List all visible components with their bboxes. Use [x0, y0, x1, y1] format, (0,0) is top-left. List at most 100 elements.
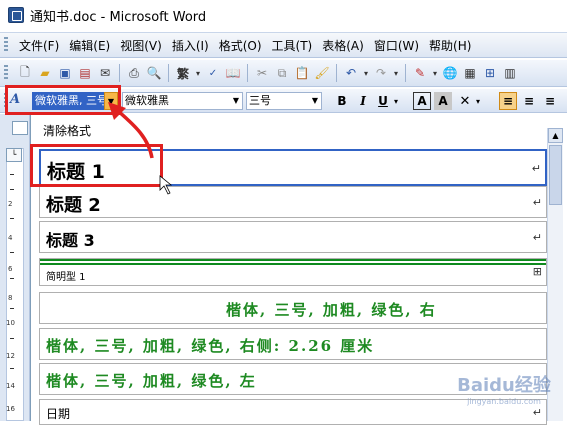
standard-toolbar: 🗋 ▰ ▣ ▤ ✉ ⎙ 🔍 繁 ▾ ✓ 📖 ✂ ⧉ 📋 🖌 ↶ ▾ ↷ ▾ ✎ …: [0, 60, 567, 87]
style-option-label: 标题 2: [46, 195, 101, 216]
style-option-heading-2[interactable]: 标题 2 ↵: [39, 186, 547, 218]
font-combobox[interactable]: 微软雅黑 ▼: [122, 92, 243, 110]
align-left-icon[interactable]: ≡: [499, 92, 517, 110]
ruler-tick: [10, 252, 14, 253]
ruler-tick: [10, 189, 14, 190]
ruler-tick: [10, 174, 14, 175]
menu-file[interactable]: 文件(F): [14, 37, 64, 54]
paragraph-mark-icon: ↵: [532, 231, 542, 244]
align-center-icon[interactable]: ≡: [520, 92, 538, 110]
annotation-highlight-style-box: [5, 85, 121, 115]
window-title: 通知书.doc - Microsoft Word: [30, 9, 207, 25]
menu-help[interactable]: 帮助(H): [424, 37, 476, 54]
align-right-icon[interactable]: ≡: [541, 92, 559, 110]
chevron-down-icon[interactable]: ▼: [230, 93, 242, 109]
ruler-number: 2: [8, 200, 13, 208]
menu-edit[interactable]: 编辑(E): [64, 37, 115, 54]
watermark-url: jingyan.baidu.com: [467, 396, 541, 406]
chevron-down-icon[interactable]: ▾: [474, 92, 482, 110]
style-option-heading-3[interactable]: 标题 3 ↵: [39, 221, 547, 253]
title-bar: 通知书.doc - Microsoft Word: [0, 0, 567, 30]
style-option-label: 楷体, 三号, 加粗, 绿色, 右侧: 2.26 厘米: [46, 337, 375, 355]
open-icon[interactable]: ▰: [36, 64, 54, 82]
copy-icon[interactable]: ⧉: [273, 64, 291, 82]
print-icon[interactable]: ⎙: [125, 64, 143, 82]
scroll-thumb[interactable]: [549, 145, 562, 205]
toolbar-separator: [247, 64, 248, 82]
scroll-up-icon[interactable]: ▲: [548, 128, 563, 143]
dropdown-arrow-icon[interactable]: ▾: [392, 64, 400, 82]
word-app-icon[interactable]: [8, 7, 24, 23]
spelling-icon[interactable]: ✓: [204, 64, 222, 82]
ruler-tick: [10, 218, 14, 219]
menu-format[interactable]: 格式(O): [214, 37, 267, 54]
ruler-tick: [10, 338, 14, 339]
dropdown-arrow-icon[interactable]: ▾: [194, 64, 202, 82]
ruler-tick: [10, 368, 14, 369]
permission-icon[interactable]: ▤: [76, 64, 94, 82]
tables-icon[interactable]: ▦: [461, 64, 479, 82]
chevron-down-icon[interactable]: ▾: [392, 92, 400, 110]
insert-table-icon[interactable]: ⊞: [481, 64, 499, 82]
toolbar-grip[interactable]: [4, 37, 8, 53]
cut-icon[interactable]: ✂: [253, 64, 271, 82]
style-option-kaiti-right[interactable]: 楷体, 三号, 加粗, 绿色, 右: [39, 292, 547, 324]
menu-bar: 文件(F) 编辑(E) 视图(V) 插入(I) 格式(O) 工具(T) 表格(A…: [0, 32, 567, 58]
toolbar-separator: [405, 64, 406, 82]
bold-button[interactable]: B: [333, 92, 351, 110]
style-option-label: 简明型 1: [46, 272, 86, 283]
ruler-number: 12: [6, 352, 15, 360]
chevron-down-icon[interactable]: ▼: [309, 93, 321, 109]
style-option-label: 楷体, 三号, 加粗, 绿色, 右: [226, 301, 437, 319]
style-option-kaiti-right-indent[interactable]: 楷体, 三号, 加粗, 绿色, 右侧: 2.26 厘米: [39, 328, 547, 360]
annotation-highlight-heading-1: [30, 144, 163, 187]
size-value: 三号: [249, 94, 271, 107]
print-preview-icon[interactable]: 🔍: [145, 64, 163, 82]
menu-insert[interactable]: 插入(I): [167, 37, 214, 54]
research-icon[interactable]: 📖: [224, 64, 242, 82]
char-shading-button[interactable]: A: [434, 92, 452, 110]
menu-window[interactable]: 窗口(W): [369, 37, 424, 54]
ruler-number: 4: [8, 234, 13, 242]
menu-view[interactable]: 视图(V): [115, 37, 167, 54]
format-painter-icon[interactable]: 🖌: [313, 64, 331, 82]
paste-icon[interactable]: 📋: [293, 64, 311, 82]
dropdown-arrow-icon[interactable]: ▾: [431, 64, 439, 82]
style-option-label: 楷体, 三号, 加粗, 绿色, 左: [46, 372, 257, 390]
style-option-label: 标题 3: [46, 231, 95, 250]
undo-icon[interactable]: ↶: [342, 64, 360, 82]
italic-button[interactable]: I: [354, 92, 372, 110]
menu-tools[interactable]: 工具(T): [267, 37, 318, 54]
underline-button[interactable]: U: [374, 92, 392, 110]
tab-selector-icon[interactable]: └: [6, 148, 22, 162]
ruler-tick: [10, 278, 14, 279]
redo-icon[interactable]: ↷: [372, 64, 390, 82]
watermark: Baidu经验 jingyan.baidu.com: [446, 370, 562, 406]
save-icon[interactable]: ▣: [56, 64, 74, 82]
vertical-ruler-area: └ 2 4 6 8 10 12 14 16: [0, 114, 30, 421]
font-size-combobox[interactable]: 三号 ▼: [246, 92, 322, 110]
table-style-icon: ⊞: [532, 265, 542, 278]
font-value: 微软雅黑: [125, 94, 169, 107]
paragraph-mark-icon: ↵: [532, 196, 542, 209]
toolbar-separator: [119, 64, 120, 82]
toolbar-grip[interactable]: [4, 65, 8, 81]
vertical-ruler[interactable]: [6, 148, 24, 421]
ruler-number: 16: [6, 405, 15, 413]
table-border-line: [40, 259, 546, 261]
document-map-icon[interactable]: [12, 121, 28, 135]
style-option-table-simple-1[interactable]: 简明型 1 ⊞: [39, 258, 547, 286]
char-scale-icon[interactable]: ✕: [456, 92, 474, 110]
columns-icon[interactable]: ▥: [501, 64, 519, 82]
hyperlink-icon[interactable]: 🌐: [441, 64, 459, 82]
char-border-button[interactable]: A: [413, 92, 431, 110]
email-icon[interactable]: ✉: [96, 64, 114, 82]
ruler-number: 14: [6, 382, 15, 390]
dropdown-arrow-icon[interactable]: ▾: [362, 64, 370, 82]
new-doc-icon[interactable]: 🗋: [16, 64, 34, 82]
paragraph-mark-icon: ↵: [532, 406, 542, 419]
menu-table[interactable]: 表格(A): [317, 37, 369, 54]
clear-format-option[interactable]: 清除格式: [43, 122, 91, 139]
drawing-icon[interactable]: ✎: [411, 64, 429, 82]
traditional-chinese-icon[interactable]: 繁: [174, 64, 192, 82]
